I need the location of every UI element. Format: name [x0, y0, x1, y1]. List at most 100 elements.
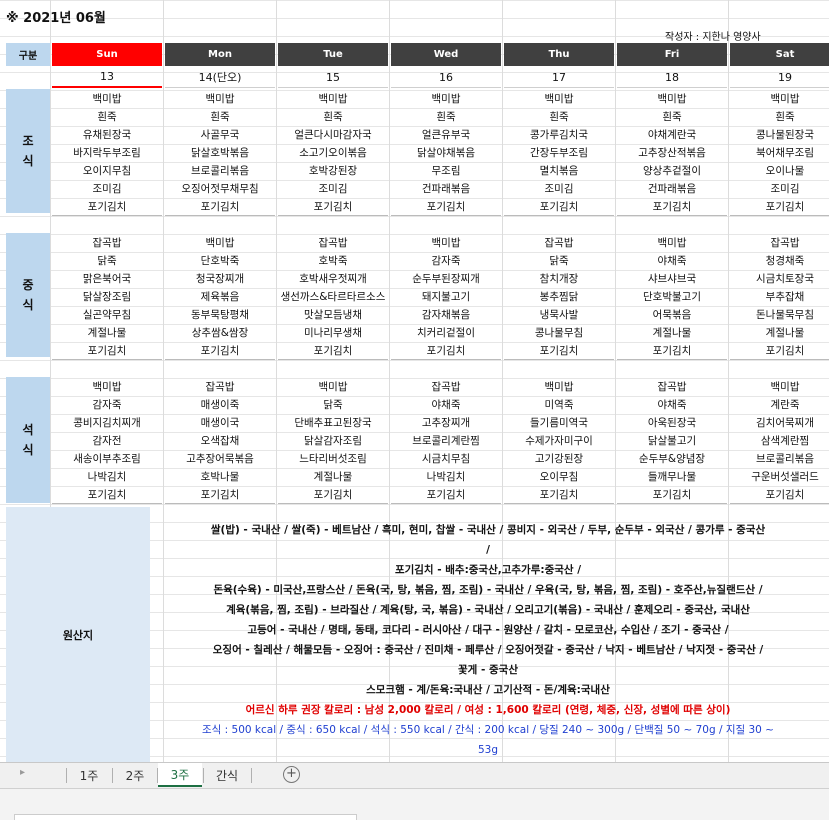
date-cell: 13 [52, 67, 162, 88]
breakfast-menu-item: 사골무국 [200, 129, 240, 141]
dinner-menu-item: 순두부&양념장 [638, 453, 706, 465]
tab-scroll-right-icon[interactable]: ▸ [20, 767, 25, 778]
lunch-menu-item: 맛살모듬냉채 [304, 309, 362, 321]
breakfast-menu-item: 백미밥 [431, 93, 461, 105]
lunch-menu-item: 시금치토장국 [756, 273, 814, 285]
origin-line: 돈육(수육) - 미국산,프랑스산 / 돈육(국, 탕, 볶음, 찜, 조림) … [213, 584, 763, 596]
lunch-menu-item: 백미밥 [431, 237, 461, 249]
lunch-menu-item: 상추쌈&쌈장 [191, 327, 249, 339]
breakfast-menu-item: 닭살야채볶음 [417, 147, 475, 159]
lunch-menu-item: 단호박불고기 [643, 291, 701, 303]
lunch-menu-item: 치커리겉절이 [417, 327, 475, 339]
origin-line: 포기김치 - 배추:중국산,고추가루:중국산 / [394, 564, 582, 576]
dinner-menu-item: 오색잡채 [200, 435, 240, 447]
lunch-menu-item: 콩나물무침 [534, 327, 584, 339]
section-breakfast-label: 조식 [22, 134, 34, 168]
dinner-menu-item: 포기김치 [391, 486, 501, 504]
lunch-menu-item: 포기김치 [165, 342, 275, 360]
tab-snack[interactable]: 간식 [204, 763, 250, 787]
breakfast-menu-item: 흰죽 [775, 111, 795, 123]
dinner-menu-item: 브로콜리계란찜 [412, 435, 480, 447]
lunch-menu-item: 닭살장조림 [82, 291, 132, 303]
lunch-menu-item: 야채죽 [657, 255, 687, 267]
origin-line: 계육(볶음, 찜, 조림) - 브라질산 / 계육(탕, 국, 볶음) - 국내… [226, 604, 750, 616]
date-cell: 18 [617, 67, 727, 88]
lunch-menu-item: 호박새우젓찌개 [299, 273, 367, 285]
origin-line: 스모크햄 - 계/돈육:국내산 / 고기산적 - 돈/계육:국내산 [366, 684, 610, 696]
origin-line: 고등어 - 국내산 / 명태, 동태, 코다리 - 러시아산 / 대구 - 원양… [247, 624, 729, 636]
dinner-menu-item: 계절나물 [313, 471, 353, 483]
date-cell: 14(단오) [165, 67, 275, 88]
day-header-sat: Sat [730, 43, 829, 66]
breakfast-menu-item: 흰죽 [210, 111, 230, 123]
breakfast-menu-item: 흰죽 [549, 111, 569, 123]
breakfast-menu-item: 조미김 [544, 183, 574, 195]
lunch-menu-item: 잡곡밥 [544, 237, 574, 249]
lunch-menu-item: 계절나물 [765, 327, 805, 339]
dinner-menu-item: 포기김치 [504, 486, 614, 504]
date-cell: 16 [391, 67, 501, 88]
lunch-menu-item: 맑은북어국 [82, 273, 132, 285]
lunch-menu-item: 감자죽 [431, 255, 461, 267]
dinner-menu-item: 매생이죽 [200, 399, 240, 411]
breakfast-menu-item: 조미김 [770, 183, 800, 195]
dinner-menu-item: 포기김치 [730, 486, 829, 504]
lunch-menu-item: 돼지불고기 [421, 291, 471, 303]
dinner-menu-item: 느타리버섯조림 [299, 453, 367, 465]
day-header-wed: Wed [391, 43, 501, 66]
dinner-menu-item: 백미밥 [770, 381, 800, 393]
breakfast-menu-item: 얼큰다시마감자국 [294, 129, 372, 141]
origin-lines: 쌀(밥) - 국내산 / 쌀(죽) - 베트남산 / 흑미, 현미, 찹쌀 - … [152, 520, 824, 700]
kcal-note: 어르신 하루 권장 칼로리 : 남성 2,000 칼로리 / 여성 : 1,60… [245, 704, 731, 716]
dinner-menu-item: 나박김치 [87, 471, 127, 483]
origin-label: 원산지 [6, 507, 150, 762]
lunch-menu-item: 실곤약무침 [82, 309, 132, 321]
breakfast-menu-item: 북어채무조림 [756, 147, 814, 159]
breakfast-menu-item: 흰죽 [97, 111, 117, 123]
tab-week-2[interactable]: 2주 [113, 763, 157, 787]
horizontal-scrollbar[interactable] [14, 814, 357, 820]
dinner-menu-item: 새송이부추조림 [73, 453, 141, 465]
breakfast-menu-item: 조미김 [92, 183, 122, 195]
dinner-menu-item: 야채죽 [431, 399, 461, 411]
lunch-menu-item: 봉추찜닭 [539, 291, 579, 303]
dinner-menu-item: 닭살감자조림 [304, 435, 362, 447]
tab-week-3[interactable]: 3주 [158, 763, 202, 787]
breakfast-menu-item: 포기김치 [391, 198, 501, 216]
breakfast-menu-item: 흰죽 [436, 111, 456, 123]
dinner-menu-item: 백미밥 [318, 381, 348, 393]
date-cell: 17 [504, 67, 614, 88]
lunch-menu-item: 동부묵탕평채 [191, 309, 249, 321]
dinner-menu-item: 미역죽 [544, 399, 574, 411]
breakfast-menu-item: 오이지무침 [82, 165, 132, 177]
date-cell: 19 [730, 67, 829, 88]
tab-week-1[interactable]: 1주 [67, 763, 111, 787]
lunch-menu-item: 닭죽 [97, 255, 117, 267]
day-header-fri: Fri [617, 43, 727, 66]
lunch-menu-item: 포기김치 [730, 342, 829, 360]
dinner-menu-item: 포기김치 [278, 486, 388, 504]
lunch-menu-item: 포기김치 [391, 342, 501, 360]
lunch-menu-item: 참치개장 [539, 273, 579, 285]
lunch-menu-item: 닭죽 [549, 255, 569, 267]
lunch-menu-item: 청경채죽 [765, 255, 805, 267]
dinner-menu-item: 삼색계란찜 [760, 435, 810, 447]
add-sheet-icon[interactable]: + [283, 766, 300, 783]
breakfast-menu-item: 흰죽 [662, 111, 682, 123]
page-title: ※ 2021년 06월 [6, 11, 106, 26]
date-cell: 15 [278, 67, 388, 88]
dinner-menu-item: 포기김치 [617, 486, 727, 504]
lunch-menu-item: 순두부된장찌개 [412, 273, 480, 285]
lunch-menu-item: 백미밥 [657, 237, 687, 249]
dinner-menu-item: 들깨무나물 [647, 471, 697, 483]
breakfast-menu-item: 오이나물 [765, 165, 805, 177]
dinner-menu-item: 들기름미역국 [530, 417, 588, 429]
breakfast-menu-item: 양상추겉절이 [643, 165, 701, 177]
section-dinner-label: 석식 [22, 423, 34, 457]
dinner-menu-item: 매생이국 [200, 417, 240, 429]
breakfast-menu-item: 콩가루김치국 [530, 129, 588, 141]
dinner-menu-item: 아욱된장국 [647, 417, 697, 429]
header-gubun: 구분 [6, 43, 50, 66]
dinner-menu-item: 구운버섯샐러드 [751, 471, 819, 483]
breakfast-menu-item: 얼큰유부국 [421, 129, 471, 141]
